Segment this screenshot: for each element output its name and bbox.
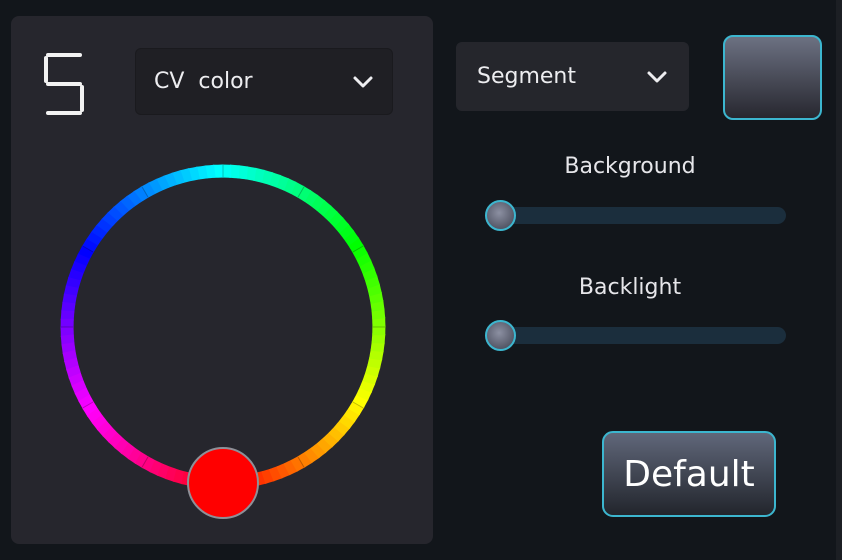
chevron-down-icon: [353, 76, 373, 87]
mode-label: Segment: [477, 64, 576, 89]
hue-ring[interactable]: [60, 164, 386, 490]
background-slider-label: Background: [564, 154, 696, 179]
seven-segment-digit: [44, 53, 84, 115]
color-swatch[interactable]: [723, 35, 822, 120]
backlight-slider-thumb[interactable]: [485, 320, 516, 351]
default-button[interactable]: Default: [602, 431, 776, 517]
hue-knob[interactable]: [187, 447, 259, 519]
backlight-slider-track[interactable]: [485, 327, 786, 344]
background-slider-track[interactable]: [485, 207, 786, 224]
mode-dropdown[interactable]: Segment: [456, 42, 689, 111]
chevron-down-icon: [647, 71, 667, 82]
background-slider-thumb[interactable]: [485, 200, 516, 231]
window-edge: [836, 0, 842, 560]
color-wheel[interactable]: [51, 157, 395, 521]
backlight-slider-label: Backlight: [578, 275, 682, 300]
color-source-dropdown[interactable]: CV color: [135, 48, 393, 115]
color-source-label: CV color: [154, 69, 253, 94]
